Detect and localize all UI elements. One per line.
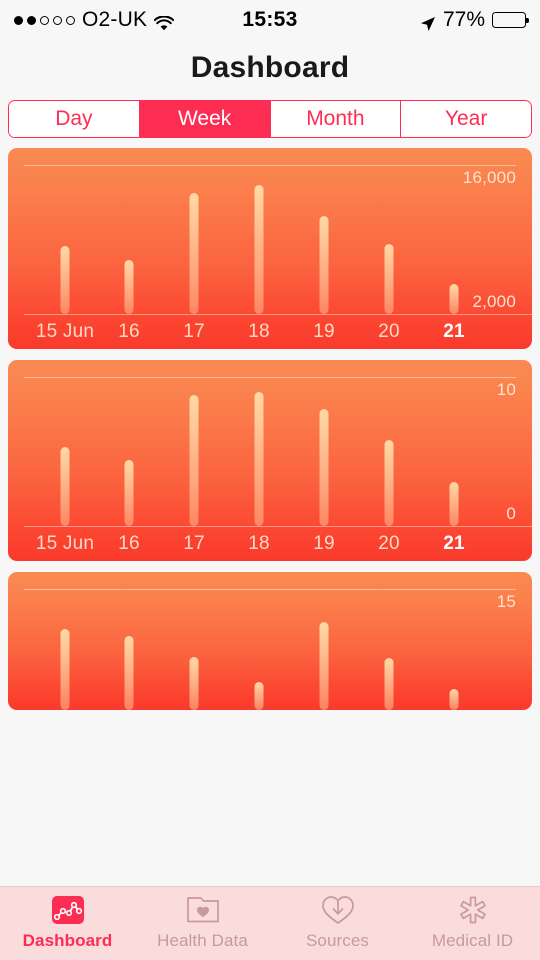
tab-health-data[interactable]: Health Data [135, 893, 270, 951]
chart-x-label: 15 Jun [35, 533, 95, 554]
chart-x-label: 21 [443, 533, 465, 554]
segment-day[interactable]: Day [9, 101, 140, 137]
segment-month[interactable]: Month [270, 101, 402, 137]
chart-bar [60, 628, 70, 710]
status-bar: O2-UK 15:53 77% [0, 0, 540, 40]
chart-bars [8, 378, 532, 526]
chart-bar [254, 185, 264, 314]
carrier-label: O2-UK [82, 8, 148, 31]
chart-bar [124, 635, 134, 710]
segment-year[interactable]: Year [401, 101, 531, 137]
chart-bar [189, 192, 199, 314]
chart-x-label: 16 [118, 321, 140, 342]
tab-label: Dashboard [22, 931, 113, 950]
chart-plot-area: 16,000 2,000 [8, 166, 532, 314]
chart-bar [189, 394, 199, 526]
chart-x-label: 19 [313, 321, 335, 342]
wifi-icon [154, 12, 175, 31]
chart-bar [60, 246, 70, 314]
chart-bar [449, 688, 459, 710]
chart-x-label: 17 [183, 533, 205, 554]
health-dashboard-screen: O2-UK 15:53 77% Dashboard Day Week Month… [0, 0, 540, 960]
tab-label: Medical ID [431, 931, 514, 950]
time-range-segmented-control-wrapper: Day Week Month Year [0, 96, 540, 148]
chart-bar [124, 460, 134, 526]
chart-x-label: 20 [378, 533, 400, 554]
chart-x-label: 15 Jun [35, 321, 95, 342]
metric-card-header [8, 572, 532, 582]
heart-download-icon [317, 893, 359, 927]
metric-chart: 15 [8, 590, 532, 710]
status-bar-right: 77% [298, 8, 529, 32]
metric-card-header [8, 360, 532, 370]
metric-card[interactable]: 15 [8, 572, 532, 710]
segment-label: Week [177, 107, 232, 130]
chart-bar [254, 681, 264, 710]
battery-icon [492, 12, 529, 28]
chart-bar [189, 657, 199, 710]
chart-bar [319, 216, 329, 314]
metric-card-list: 16,000 2,000 15 Jun 16 17 18 19 20 21 10 0 15 Jun 16… [0, 148, 540, 710]
chart-plot-area: 10 0 [8, 378, 532, 526]
metric-chart: 10 0 15 Jun 16 17 18 19 20 21 [8, 378, 532, 561]
chart-bar [384, 243, 394, 314]
chart-bar [254, 392, 264, 526]
status-bar-center: 15:53 [242, 8, 297, 32]
tab-label: Sources [305, 931, 370, 950]
chart-bars [8, 590, 532, 710]
tab-bar[interactable]: Dashboard Health Data Sources Medical ID [0, 886, 540, 960]
chart-x-label: 16 [118, 533, 140, 554]
location-arrow-icon [420, 12, 436, 31]
chart-bar [319, 409, 329, 526]
tab-medical-id[interactable]: Medical ID [405, 893, 540, 951]
segment-week[interactable]: Week [139, 101, 271, 137]
metric-card[interactable]: 10 0 15 Jun 16 17 18 19 20 21 [8, 360, 532, 561]
chart-bar [449, 283, 459, 314]
time-range-segmented-control[interactable]: Day Week Month Year [8, 100, 532, 138]
tab-label: Health Data [157, 931, 248, 950]
tab-dashboard[interactable]: Dashboard [0, 893, 135, 951]
metric-card-header [8, 148, 532, 158]
chart-bar [319, 621, 329, 710]
dashboard-chart-icon [47, 893, 89, 927]
chart-x-label: 17 [183, 321, 205, 342]
segment-label: Month [306, 107, 365, 130]
signal-strength-icon [14, 15, 75, 25]
metric-card[interactable]: 16,000 2,000 15 Jun 16 17 18 19 20 21 [8, 148, 532, 349]
chart-bar [449, 481, 459, 526]
battery-percent-label: 77% [442, 8, 485, 31]
chart-bars [8, 166, 532, 314]
status-bar-left: O2-UK [14, 8, 242, 32]
chart-x-label: 19 [313, 533, 335, 554]
status-bar-clock: 15:53 [242, 8, 298, 31]
folder-heart-icon [182, 893, 224, 927]
chart-bar [124, 260, 134, 314]
chart-x-label: 18 [248, 321, 270, 342]
chart-x-axis-labels: 15 Jun 16 17 18 19 20 21 [8, 527, 532, 561]
metric-chart: 16,000 2,000 15 Jun 16 17 18 19 20 21 [8, 166, 532, 349]
segment-label: Year [444, 107, 488, 130]
chart-x-label: 18 [248, 533, 270, 554]
chart-bar [60, 446, 70, 526]
chart-bar [384, 440, 394, 526]
page-title: Dashboard [190, 51, 350, 84]
segment-label: Day [55, 107, 93, 130]
chart-plot-area: 15 [8, 590, 532, 710]
chart-x-label: 21 [443, 321, 465, 342]
medical-asterisk-icon [452, 893, 494, 927]
chart-bar [384, 657, 394, 710]
tab-sources[interactable]: Sources [270, 893, 405, 951]
chart-x-axis-labels: 15 Jun 16 17 18 19 20 21 [8, 315, 532, 349]
chart-x-label: 20 [378, 321, 400, 342]
